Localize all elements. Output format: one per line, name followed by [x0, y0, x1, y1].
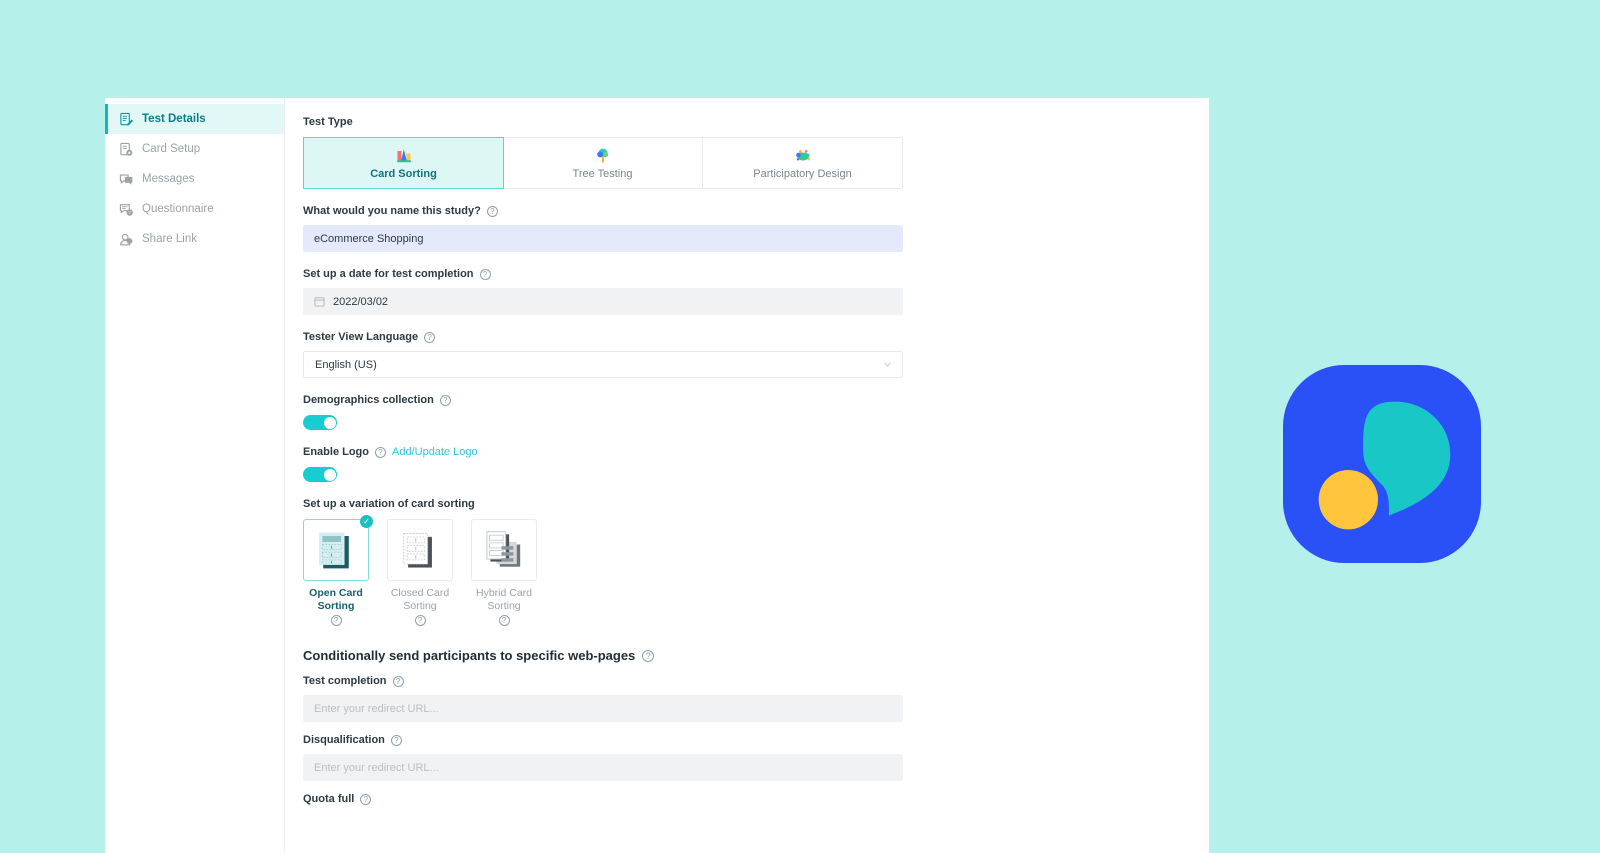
enable-logo-toggle[interactable]	[303, 467, 337, 482]
sidebar-item-questionnaire[interactable]: ? Questionnaire	[105, 194, 284, 224]
help-icon[interactable]: ?	[479, 268, 491, 280]
calendar-icon	[314, 296, 325, 307]
card-gear-icon	[119, 142, 134, 157]
disqualification-url-input[interactable]: Enter your redirect URL...	[303, 754, 903, 781]
help-icon[interactable]: ?	[360, 793, 372, 805]
help-icon[interactable]: ?	[390, 734, 402, 746]
placeholder-text: Enter your redirect URL...	[314, 761, 439, 774]
document-edit-icon	[119, 112, 134, 127]
completion-date-label: Set up a date for test completion ?	[303, 268, 1209, 280]
sidebar-item-label: Share Link	[142, 233, 197, 245]
test-type-label: Test Type	[303, 116, 353, 128]
study-name-value: eCommerce Shopping	[314, 232, 424, 245]
test-type-selector: Card Sorting Tree Testing Participatory …	[303, 137, 903, 189]
chat-bubbles-icon	[119, 172, 134, 187]
hybrid-card-sorting-icon	[486, 530, 521, 567]
variation-option-label: Open Card Sorting	[309, 587, 363, 612]
sidebar-item-label: Card Setup	[142, 143, 201, 155]
help-icon[interactable]: ?	[392, 675, 404, 687]
variation-options: ✓ Open Card Sorting ? Closed Card Sortin…	[303, 515, 1209, 626]
app-brand-logo	[1283, 365, 1481, 563]
sidebar-item-messages[interactable]: Messages	[105, 164, 284, 194]
test-type-option-card-sorting[interactable]: Card Sorting	[303, 137, 504, 189]
variation-thumbnail	[471, 519, 537, 581]
closed-card-sorting-icon	[403, 532, 432, 568]
completion-date-input[interactable]: 2022/03/02	[303, 288, 903, 315]
sidebar-item-label: Test Details	[142, 113, 206, 125]
demographics-toggle[interactable]	[303, 415, 337, 430]
enable-logo-label: Enable Logo ? Add/Update Logo	[303, 446, 478, 458]
user-share-icon	[119, 232, 134, 247]
language-select[interactable]: English (US)	[303, 351, 903, 378]
redirects-section-title: Conditionally send participants to speci…	[303, 648, 1209, 663]
sidebar-item-label: Questionnaire	[142, 203, 214, 215]
language-label: Tester View Language ?	[303, 331, 1209, 343]
sidebar-nav: Test Details Card Setup Messages ? Quest…	[105, 98, 285, 853]
sidebar-item-card-setup[interactable]: Card Setup	[105, 134, 284, 164]
variation-thumbnail: ✓	[303, 515, 373, 581]
test-details-form: Test Type Card Sorting Tree Testing Part…	[285, 98, 1209, 853]
demographics-label: Demographics collection ?	[303, 394, 1209, 406]
variation-option-closed-card-sorting[interactable]: Closed Card Sorting ?	[387, 519, 453, 626]
help-icon[interactable]: ?	[330, 615, 342, 626]
study-name-input[interactable]: eCommerce Shopping	[303, 225, 903, 252]
help-icon[interactable]: ?	[375, 446, 386, 458]
test-type-option-label: Card Sorting	[370, 167, 437, 180]
tree-colorful-icon	[593, 147, 613, 165]
test-completion-label: Test completion ?	[303, 675, 1209, 687]
test-type-option-tree-testing[interactable]: Tree Testing	[503, 138, 703, 188]
add-update-logo-link[interactable]: Add/Update Logo	[392, 446, 478, 458]
chevron-down-icon	[883, 360, 892, 369]
language-value: English (US)	[315, 358, 377, 371]
test-type-option-participatory-design[interactable]: Participatory Design	[703, 138, 902, 188]
variation-option-label: Hybrid Card Sorting	[475, 587, 533, 612]
open-card-sorting-icon	[318, 532, 349, 568]
quota-full-label: Quota full ?	[303, 793, 1209, 805]
study-name-label: What would you name this study? ?	[303, 205, 1209, 217]
disqualification-label: Disqualification ?	[303, 734, 1209, 746]
help-icon[interactable]: ?	[486, 205, 498, 217]
sidebar-item-label: Messages	[142, 173, 195, 185]
help-icon[interactable]: ?	[439, 394, 451, 406]
variation-label: Set up a variation of card sorting	[303, 498, 475, 510]
placeholder-text: Enter your redirect URL...	[314, 702, 439, 715]
help-icon[interactable]: ?	[642, 649, 655, 662]
variation-option-label: Closed Card Sorting	[390, 587, 450, 612]
sidebar-item-share-link[interactable]: Share Link	[105, 224, 284, 254]
main-panel: Test Details Card Setup Messages ? Quest…	[105, 98, 1209, 853]
sidebar-item-test-details[interactable]: Test Details	[105, 104, 284, 134]
test-type-option-label: Tree Testing	[572, 167, 633, 180]
help-icon[interactable]: ?	[414, 615, 426, 626]
completion-date-value: 2022/03/02	[333, 295, 389, 308]
bar-chart-colorful-icon	[394, 147, 414, 165]
test-type-option-label: Participatory Design	[753, 167, 852, 180]
test-completion-url-input[interactable]: Enter your redirect URL...	[303, 695, 903, 722]
variation-option-hybrid-card-sorting[interactable]: Hybrid Card Sorting ?	[471, 519, 537, 626]
svg-text:?: ?	[128, 210, 131, 215]
help-icon[interactable]: ?	[498, 615, 510, 626]
chat-question-icon: ?	[119, 202, 134, 217]
help-icon[interactable]: ?	[424, 331, 436, 343]
nodes-colorful-icon	[793, 147, 813, 165]
variation-option-open-card-sorting[interactable]: ✓ Open Card Sorting ?	[303, 515, 373, 626]
selected-check-icon: ✓	[360, 515, 373, 528]
variation-thumbnail	[387, 519, 453, 581]
